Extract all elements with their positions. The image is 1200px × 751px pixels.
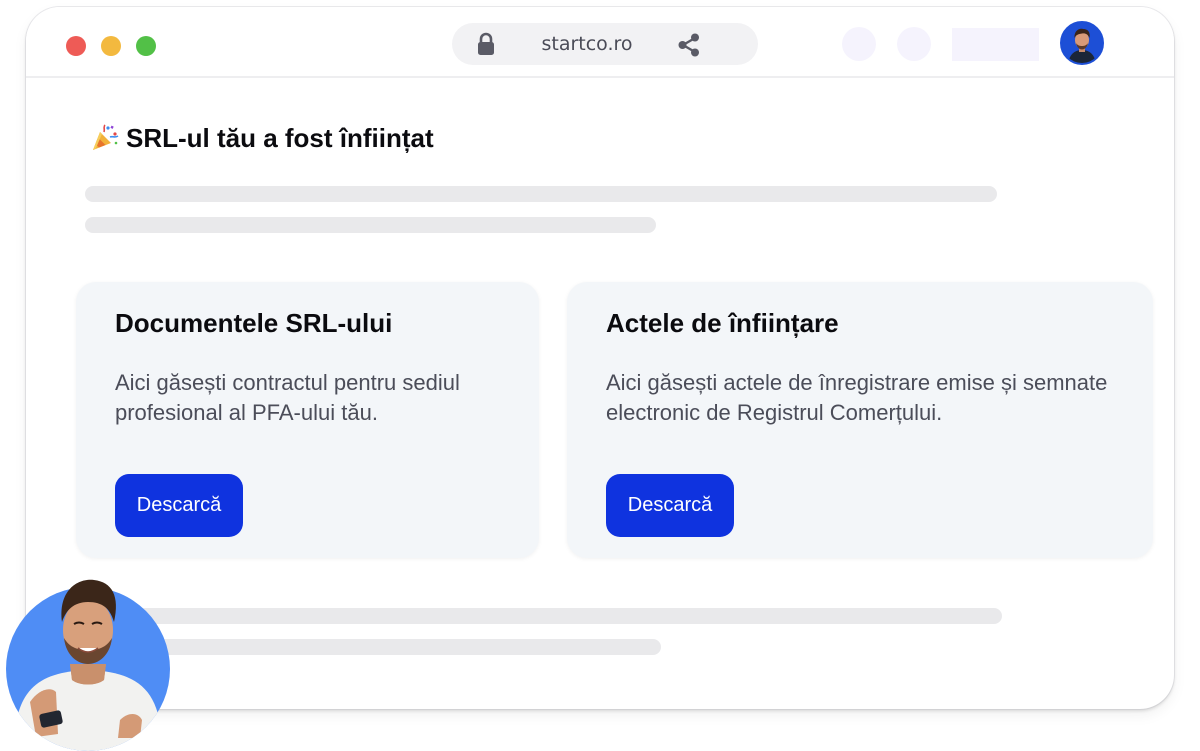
incorporation-documents-card: Actele de înființare Aici găsești actele…: [567, 282, 1153, 558]
page-title-text: SRL-ul tău a fost înființat: [126, 122, 434, 153]
maximize-window-button[interactable]: [136, 36, 156, 56]
browser-window: startco.ro SRL-ul tău a fost înființat D…: [26, 7, 1174, 709]
card-title: Documentele SRL-ului: [115, 308, 393, 338]
text-placeholder-line: [85, 217, 656, 233]
toolbar-placeholder-bar: [952, 28, 1039, 61]
toolbar-placeholder-circle: [897, 27, 931, 61]
party-popper-icon: [93, 124, 119, 150]
browser-toolbar: startco.ro: [26, 7, 1174, 78]
lock-icon: [478, 32, 494, 55]
srl-documents-card: Documentele SRL-ului Aici găsești contra…: [76, 282, 539, 558]
text-placeholder-line: [136, 639, 661, 655]
address-url[interactable]: startco.ro: [522, 23, 652, 65]
text-placeholder-line: [85, 186, 997, 202]
minimize-window-button[interactable]: [101, 36, 121, 56]
address-bar[interactable]: startco.ro: [452, 23, 758, 65]
user-avatar[interactable]: [1060, 21, 1104, 65]
page-title: SRL-ul tău a fost înființat: [90, 121, 434, 155]
text-placeholder-line: [136, 608, 1002, 624]
close-window-button[interactable]: [66, 36, 86, 56]
card-title: Actele de înființare: [606, 308, 839, 338]
toolbar-placeholder-circle: [842, 27, 876, 61]
smiling-man-illustration: [6, 579, 170, 751]
card-description: Aici găsești contractul pentru sediul pr…: [115, 370, 460, 425]
share-icon[interactable]: [676, 32, 702, 58]
download-button[interactable]: Descarcă: [115, 474, 243, 537]
card-description: Aici găsești actele de înregistrare emis…: [606, 370, 1108, 425]
download-button[interactable]: Descarcă: [606, 474, 734, 537]
